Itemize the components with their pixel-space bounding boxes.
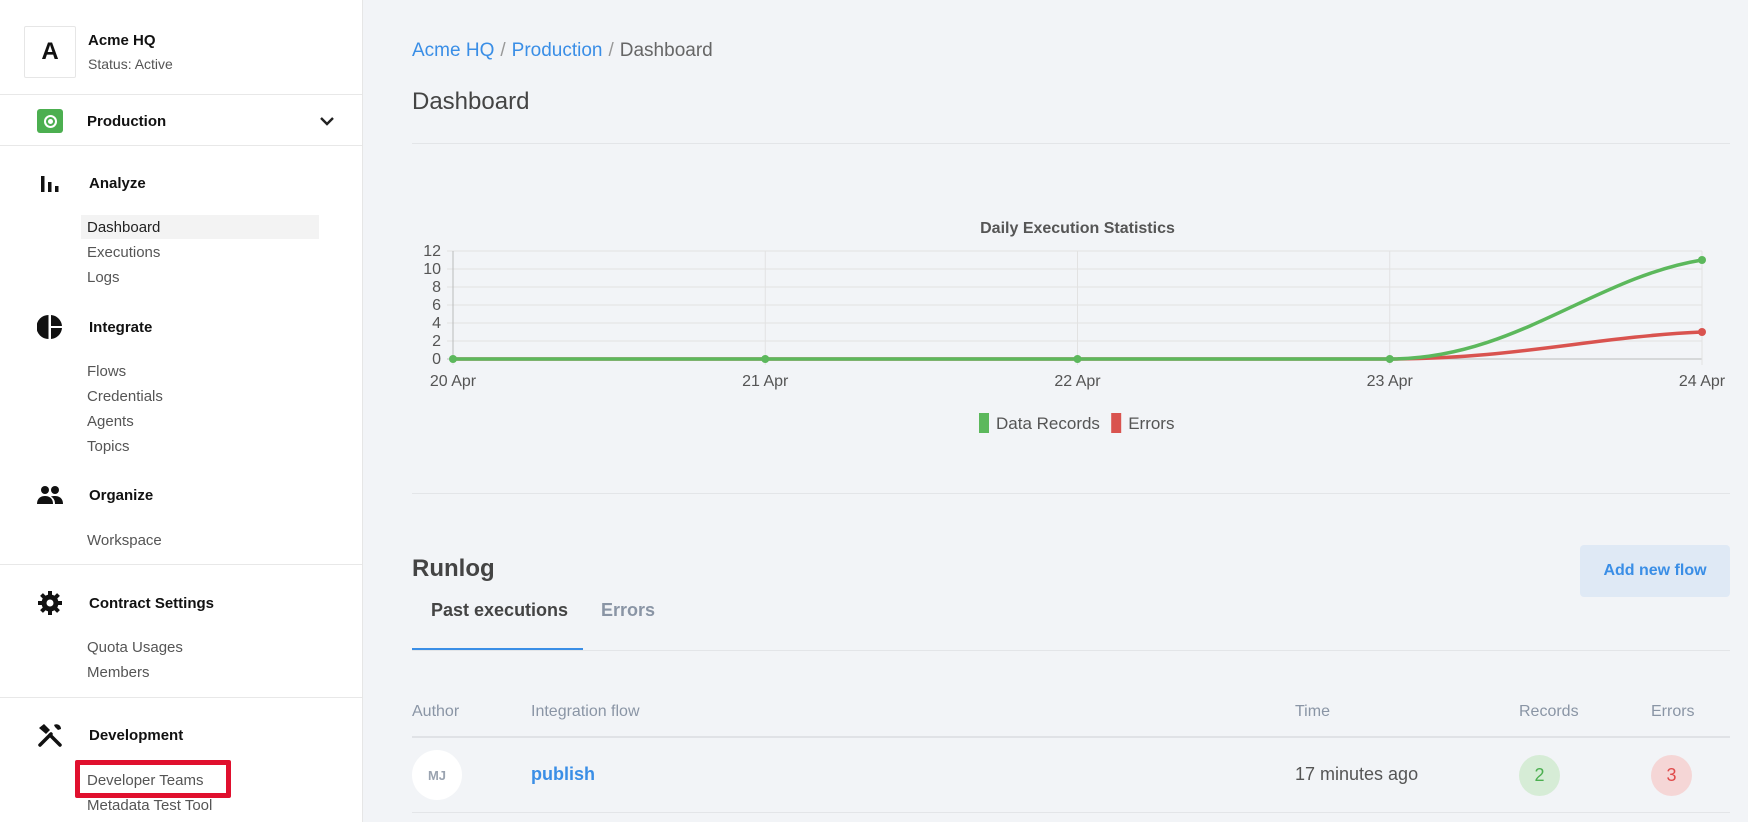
- tab-past-executions[interactable]: Past executions: [431, 600, 568, 621]
- section-label: Development: [89, 726, 184, 744]
- table-header-divider: [412, 736, 1730, 738]
- x-tick-label: 23 Apr: [1367, 373, 1414, 390]
- y-tick-label: 2: [432, 333, 441, 350]
- data-point: [1698, 256, 1706, 264]
- divider: [0, 697, 362, 698]
- y-tick-label: 10: [423, 261, 441, 278]
- column-header-errors: Errors: [1651, 703, 1695, 720]
- org-avatar: A: [24, 26, 76, 78]
- breadcrumb-env-link[interactable]: Production: [512, 40, 603, 61]
- active-tab-indicator: [412, 648, 583, 650]
- legend-swatch: [979, 413, 989, 433]
- sidebar-item-dashboard[interactable]: Dashboard: [81, 215, 319, 239]
- runlog-title: Runlog: [412, 555, 495, 582]
- divider: [0, 564, 362, 565]
- records-badge: 2: [1519, 755, 1560, 796]
- page-title: Dashboard: [412, 88, 530, 115]
- tools-icon: [36, 721, 64, 749]
- sidebar-item-credentials[interactable]: Credentials: [81, 384, 319, 408]
- sidebar-item-agents[interactable]: Agents: [81, 409, 319, 433]
- sidebar-item-executions[interactable]: Executions: [81, 240, 319, 264]
- data-point: [1698, 328, 1706, 336]
- divider: [412, 143, 1730, 144]
- people-icon: [36, 481, 64, 509]
- sidebar-item-flows[interactable]: Flows: [81, 359, 319, 383]
- x-tick-label: 21 Apr: [742, 373, 789, 390]
- column-header-time: Time: [1295, 703, 1330, 720]
- section-label: Organize: [89, 486, 154, 504]
- breadcrumb-separator: /: [500, 40, 506, 61]
- org-header[interactable]: A Acme HQ Status: Active: [24, 26, 173, 78]
- execution-chart: Daily Execution Statistics 0 2 4 6 8 10 12 20 Ap…: [412, 210, 1730, 450]
- x-tick-label: 22 Apr: [1054, 373, 1101, 390]
- sidebar-section-integrate[interactable]: Integrate: [36, 313, 152, 341]
- x-tick-label: 20 Apr: [430, 373, 477, 390]
- column-header-author: Author: [412, 703, 460, 720]
- legend-label: Errors: [1128, 414, 1174, 433]
- chevron-down-icon[interactable]: [317, 111, 337, 131]
- environment-label: Production: [87, 112, 167, 130]
- divider: [412, 493, 1730, 494]
- breadcrumb-current: Dashboard: [619, 40, 713, 61]
- data-point: [449, 355, 457, 363]
- sidebar-section-development[interactable]: Development: [36, 721, 183, 749]
- legend-swatch: [1111, 413, 1122, 433]
- tabs-divider: [412, 650, 1730, 651]
- chart-title: Daily Execution Statistics: [980, 220, 1175, 237]
- sidebar-item-topics[interactable]: Topics: [81, 434, 319, 458]
- bar-chart-icon: [36, 169, 64, 197]
- column-header-flow: Integration flow: [531, 703, 640, 720]
- highlight-box: [75, 760, 231, 798]
- y-tick-label: 0: [432, 351, 441, 368]
- breadcrumb-org-link[interactable]: Acme HQ: [412, 40, 494, 61]
- chart-svg: Daily Execution Statistics 024681012 20 Ap…: [423, 220, 1726, 433]
- section-label: Analyze: [89, 174, 146, 192]
- y-tick-label: 12: [423, 243, 441, 260]
- divider: [0, 94, 362, 95]
- sidebar-section-analyze[interactable]: Analyze: [36, 169, 146, 197]
- environment-icon: [37, 109, 63, 133]
- environment-selector[interactable]: Production: [37, 108, 337, 134]
- sidebar-section-contract-settings[interactable]: Contract Settings: [36, 589, 214, 617]
- errors-badge: 3: [1651, 755, 1692, 796]
- sidebar: A Acme HQ Status: Active Production Anal…: [0, 0, 363, 822]
- divider: [0, 145, 362, 146]
- legend-label: Data Records: [996, 414, 1100, 433]
- y-tick-label: 6: [432, 297, 441, 314]
- add-new-flow-button[interactable]: Add new flow: [1580, 545, 1730, 597]
- sidebar-item-quota-usages[interactable]: Quota Usages: [81, 635, 319, 659]
- section-label: Integrate: [89, 318, 153, 336]
- tab-errors[interactable]: Errors: [601, 600, 655, 621]
- sidebar-item-logs[interactable]: Logs: [81, 265, 319, 289]
- column-header-records: Records: [1519, 703, 1579, 720]
- sidebar-item-workspace[interactable]: Workspace: [81, 528, 319, 552]
- breadcrumb-separator: /: [608, 40, 614, 61]
- flow-link[interactable]: publish: [531, 764, 595, 785]
- main-content: Acme HQ / Production / Dashboard Dashboard D…: [412, 0, 1730, 822]
- sidebar-item-members[interactable]: Members: [81, 660, 319, 684]
- pie-chart-icon: [36, 313, 64, 341]
- data-point: [761, 355, 770, 363]
- data-point: [1385, 355, 1394, 363]
- sidebar-section-organize[interactable]: Organize: [36, 481, 153, 509]
- y-tick-label: 4: [432, 315, 441, 332]
- org-name: Acme HQ: [88, 32, 156, 49]
- section-label: Contract Settings: [89, 594, 215, 612]
- x-tick-label: 24 Apr: [1679, 373, 1726, 390]
- data-point: [1073, 355, 1082, 363]
- divider: [412, 812, 1730, 813]
- row-time: 17 minutes ago: [1295, 764, 1419, 784]
- y-tick-label: 8: [432, 279, 441, 296]
- gear-icon: [36, 589, 64, 617]
- breadcrumb: Acme HQ / Production / Dashboard: [412, 40, 713, 62]
- author-avatar: MJ: [412, 750, 462, 800]
- org-status: Status: Active: [88, 56, 173, 72]
